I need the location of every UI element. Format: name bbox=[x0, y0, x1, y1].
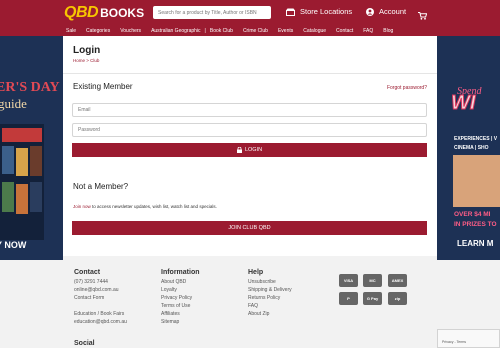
right-banner-line1: EXPERIENCES | V bbox=[454, 136, 498, 142]
nav-events[interactable]: Events bbox=[278, 28, 293, 34]
right-banner-headline: WI bbox=[450, 92, 476, 115]
left-banner-cta: Y NOW bbox=[0, 240, 27, 250]
existing-member-heading: Existing Member bbox=[73, 82, 133, 91]
store-locations-label: Store Locations bbox=[300, 7, 353, 16]
right-banner-line2: CINEMA | SHO bbox=[454, 145, 489, 151]
account-link[interactable]: Account bbox=[366, 7, 406, 16]
nav-book-club[interactable]: Book Club bbox=[210, 28, 233, 34]
user-icon bbox=[366, 7, 374, 16]
visa-icon: VISA bbox=[339, 274, 358, 287]
password-field[interactable] bbox=[72, 123, 427, 137]
join-club-button[interactable]: JOIN CLUB QBD bbox=[72, 221, 427, 235]
footer-privacy[interactable]: Privacy Policy bbox=[161, 294, 200, 302]
site-footer: Contact (07) 3291 7444 online@qbd.com.au… bbox=[63, 260, 437, 348]
search-input[interactable] bbox=[153, 6, 271, 19]
join-text: to access newsletter updates, wish list,… bbox=[90, 204, 217, 209]
footer-education[interactable]: Education / Book Fairs bbox=[74, 310, 127, 318]
account-label: Account bbox=[379, 7, 407, 16]
footer-information: Information About QBD Loyalty Privacy Po… bbox=[161, 269, 200, 326]
site-header: QBD BOOKS Store Locations Account bbox=[0, 0, 500, 25]
nav-faq[interactable]: FAQ bbox=[363, 28, 373, 34]
nav-separator: | bbox=[204, 27, 206, 34]
catalogue-cover-image bbox=[0, 124, 44, 240]
recaptcha-badge[interactable]: Privacy - Terms bbox=[437, 329, 500, 348]
store-locations-link[interactable]: Store Locations bbox=[286, 7, 352, 16]
footer-education-email[interactable]: education@qbd.com.au bbox=[74, 318, 127, 326]
nav-sale[interactable]: Sale bbox=[66, 28, 76, 34]
footer-loyalty[interactable]: Loyalty bbox=[161, 286, 200, 294]
nav-crime-club[interactable]: Crime Club bbox=[243, 28, 268, 34]
left-banner-title: ER'S DAY bbox=[0, 80, 60, 95]
footer-social-heading: Social bbox=[74, 340, 95, 347]
right-banner-cta: LEARN M bbox=[457, 239, 494, 248]
footer-phone[interactable]: (07) 3291 7444 bbox=[74, 278, 127, 286]
right-banner-over2: IN PRIZES TO bbox=[454, 221, 497, 228]
cart-icon bbox=[418, 7, 428, 24]
footer-about-zip[interactable]: About Zip bbox=[248, 310, 292, 318]
nav-vouchers[interactable]: Vouchers bbox=[120, 28, 141, 34]
page-title-bar: Login Home > Club bbox=[63, 36, 437, 74]
footer-terms[interactable]: Terms of Use bbox=[161, 302, 200, 310]
login-button-label: LOGIN bbox=[244, 147, 263, 153]
footer-information-heading: Information bbox=[161, 269, 200, 276]
login-button[interactable]: LOGIN bbox=[72, 143, 427, 157]
zip-icon: zip bbox=[388, 292, 407, 305]
nav-australian-geographic[interactable]: Australian Geographic bbox=[151, 28, 200, 34]
qbd-books-logo[interactable]: QBD BOOKS bbox=[64, 4, 144, 21]
footer-faq[interactable]: FAQ bbox=[248, 302, 292, 310]
nav-blog[interactable]: Blog bbox=[383, 28, 393, 34]
mastercard-icon: MC bbox=[363, 274, 382, 287]
footer-help: Help Unsubscribe Shipping & Delivery Ret… bbox=[248, 269, 292, 318]
store-icon bbox=[286, 8, 295, 16]
join-now-link[interactable]: Join now bbox=[73, 204, 91, 209]
join-button-label: JOIN CLUB QBD bbox=[228, 225, 271, 231]
promo-photo bbox=[453, 155, 500, 207]
join-description: Join now to access newsletter updates, w… bbox=[73, 204, 217, 209]
footer-returns[interactable]: Returns Policy bbox=[248, 294, 292, 302]
amex-icon: AMEX bbox=[388, 274, 407, 287]
nav-categories[interactable]: Categories bbox=[86, 28, 110, 34]
footer-contact-heading: Contact bbox=[74, 269, 101, 276]
right-promo-banner[interactable]: Spend WI EXPERIENCES | V CINEMA | SHO OV… bbox=[437, 36, 500, 260]
left-banner-subtitle: guide bbox=[0, 96, 27, 111]
footer-sitemap[interactable]: Sitemap bbox=[161, 318, 200, 326]
footer-spacer bbox=[74, 302, 127, 310]
logo-qbd-text: QBD bbox=[64, 3, 99, 21]
footer-email[interactable]: online@qbd.com.au bbox=[74, 286, 127, 294]
email-field[interactable] bbox=[72, 103, 427, 117]
not-member-heading: Not a Member? bbox=[73, 182, 129, 191]
footer-unsubscribe[interactable]: Unsubscribe bbox=[248, 278, 292, 286]
nav-contact[interactable]: Contact bbox=[336, 28, 353, 34]
footer-shipping[interactable]: Shipping & Delivery bbox=[248, 286, 292, 294]
forgot-password-link[interactable]: Forgot password? bbox=[387, 85, 427, 91]
nav-catalogue[interactable]: Catalogue bbox=[303, 28, 326, 34]
login-panel: Login Home > Club Existing Member Forgot… bbox=[63, 36, 437, 256]
paypal-icon: P bbox=[339, 292, 358, 305]
footer-about[interactable]: About QBD bbox=[161, 278, 200, 286]
logo-books-text: BOOKS bbox=[100, 5, 145, 20]
footer-contact: Contact (07) 3291 7444 online@qbd.com.au… bbox=[74, 269, 127, 326]
cart-button[interactable] bbox=[418, 7, 428, 25]
left-promo-banner[interactable]: ER'S DAY guide Y NOW bbox=[0, 36, 63, 260]
footer-affiliates[interactable]: Affiliates bbox=[161, 310, 200, 318]
footer-contact-form[interactable]: Contact Form bbox=[74, 294, 127, 302]
main-nav: Sale Categories Vouchers Australian Geog… bbox=[0, 25, 500, 36]
right-banner-over1: OVER $4 MI bbox=[454, 211, 491, 218]
page-title: Login bbox=[73, 45, 101, 56]
lock-icon bbox=[236, 147, 242, 153]
footer-help-heading: Help bbox=[248, 269, 264, 276]
recaptcha-text: Privacy - Terms bbox=[442, 340, 467, 344]
google-pay-icon: G Pay bbox=[363, 292, 382, 305]
breadcrumb[interactable]: Home > Club bbox=[73, 58, 99, 63]
